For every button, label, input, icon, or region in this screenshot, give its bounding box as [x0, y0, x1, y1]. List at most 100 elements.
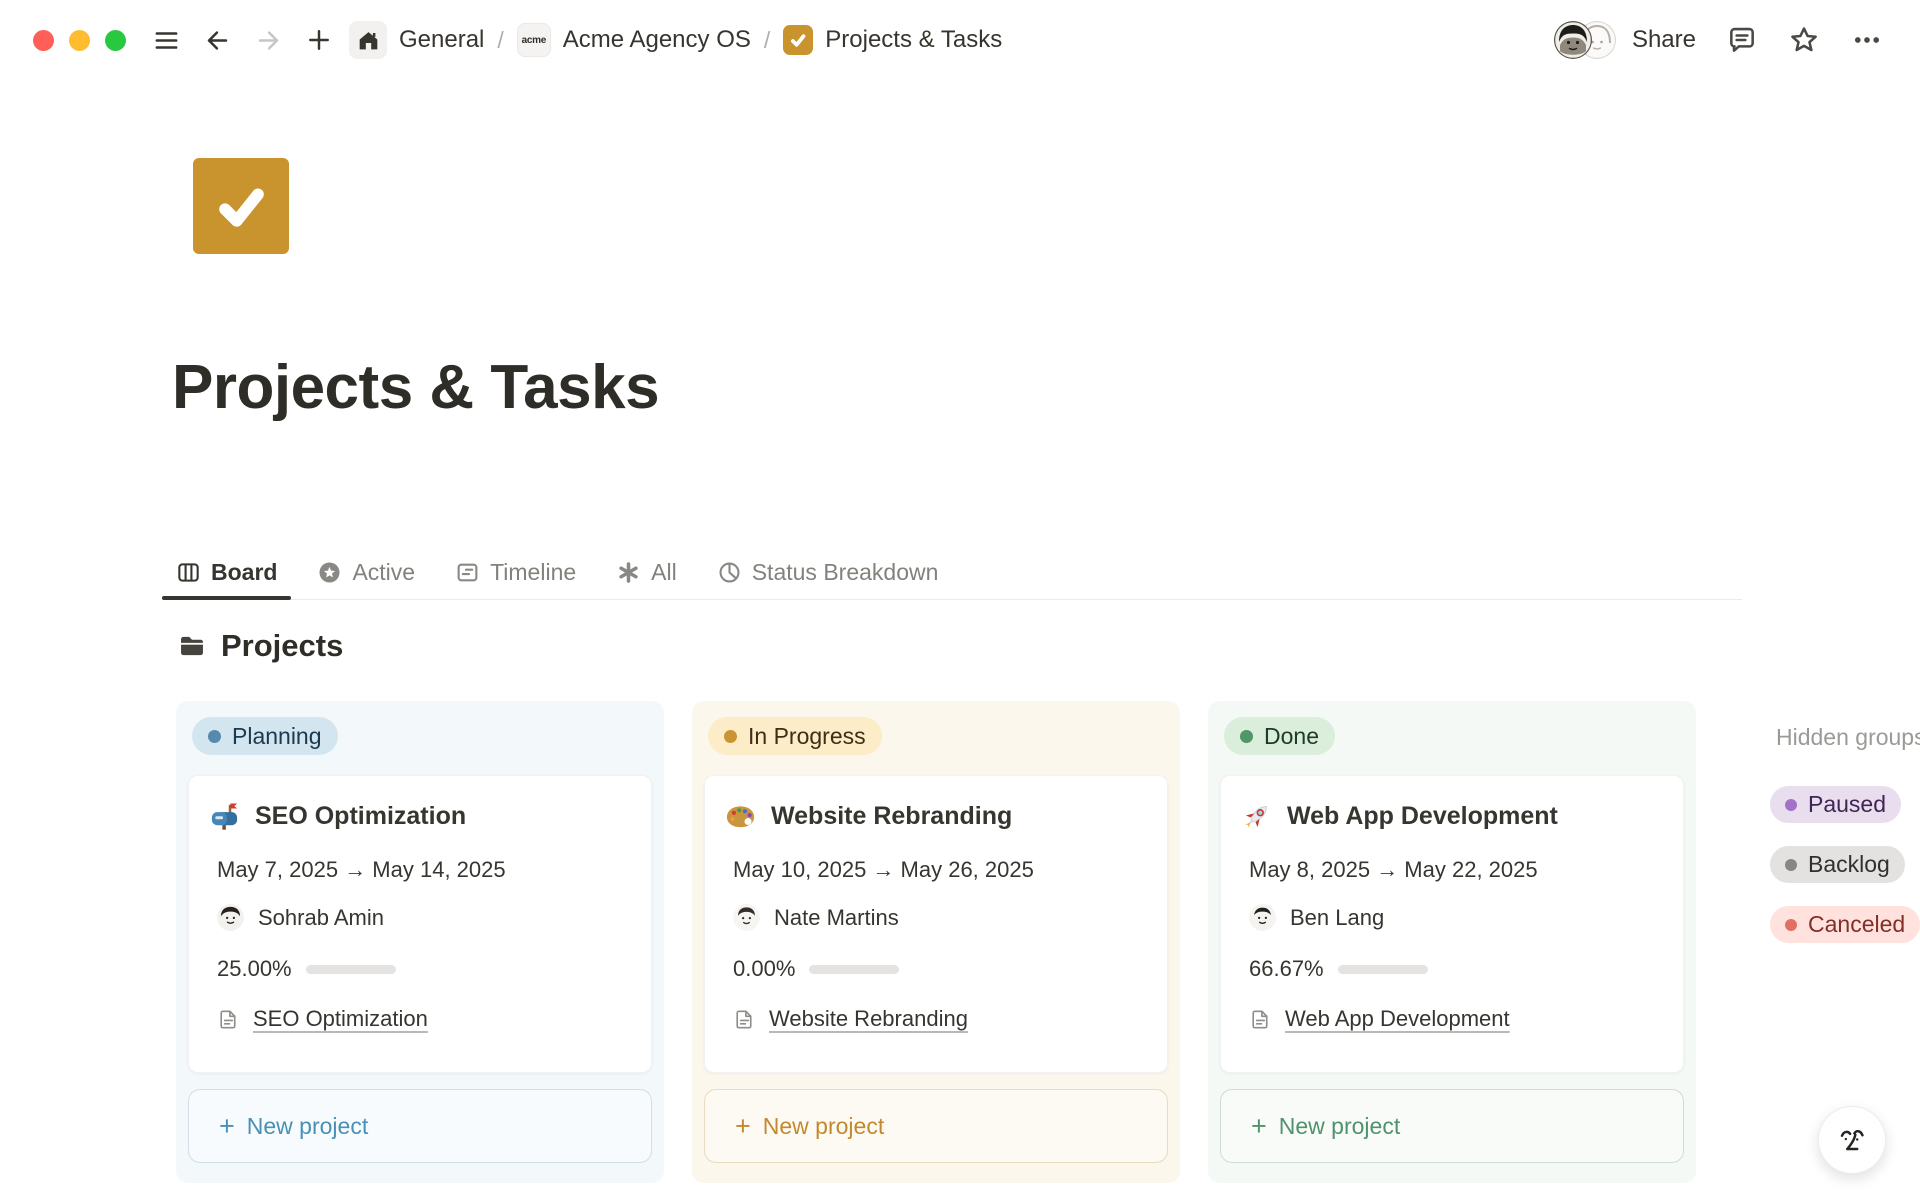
column-in-progress: In Progress Website Rebranding May 10 [692, 701, 1180, 1183]
card-page-link[interactable]: SEO Optimization [253, 1006, 428, 1032]
new-project-label: New project [763, 1113, 884, 1140]
breadcrumb-separator: / [497, 27, 503, 54]
tab-all[interactable]: All [602, 550, 691, 599]
hidden-group-paused[interactable]: Paused [1770, 786, 1901, 823]
hidden-group-canceled[interactable]: Canceled [1770, 906, 1920, 943]
tab-label: All [651, 559, 677, 586]
new-page-icon[interactable] [305, 26, 333, 54]
hidden-group-label: Backlog [1808, 851, 1890, 878]
status-badge-done[interactable]: Done [1224, 717, 1335, 755]
card-title: Website Rebranding [771, 802, 1012, 831]
breadcrumb-label: Projects & Tasks [825, 26, 1002, 54]
checkmark-icon [207, 172, 275, 240]
card-page-link[interactable]: Website Rebranding [769, 1006, 968, 1032]
breadcrumb-item-general[interactable]: General [349, 21, 484, 59]
progress-bar [809, 965, 899, 974]
notion-window: General / acme Acme Agency OS / Projects… [0, 0, 1920, 1200]
plus-icon: + [1251, 1113, 1267, 1140]
share-button[interactable]: Share [1632, 26, 1696, 54]
card-date-range: May 8, 2025 → May 22, 2025 [1249, 857, 1655, 883]
status-badge-planning[interactable]: Planning [192, 717, 338, 755]
topbar-actions: Share [1554, 21, 1884, 59]
assignee-name: Ben Lang [1290, 905, 1384, 931]
tab-board[interactable]: Board [162, 550, 291, 599]
avatar [1554, 21, 1592, 59]
status-dot [1785, 919, 1797, 931]
plus-icon: + [219, 1113, 235, 1140]
new-project-button[interactable]: + New project [188, 1089, 652, 1163]
new-project-button[interactable]: + New project [1220, 1089, 1684, 1163]
close-button[interactable] [33, 30, 54, 51]
star-icon[interactable] [1788, 24, 1820, 56]
card-assignee: Nate Martins [733, 904, 1139, 931]
breadcrumb-item-acme-agency-os[interactable]: acme Acme Agency OS [517, 23, 751, 57]
assignee-avatar [733, 904, 760, 931]
status-dot [1240, 730, 1253, 743]
card-progress: 25.00% [217, 956, 623, 982]
tab-timeline[interactable]: Timeline [441, 550, 590, 599]
card-link-row: Web App Development [1249, 1006, 1655, 1032]
view-tabs: Board Active Timeline All Status Breakdo… [162, 550, 1742, 600]
card-date-range: May 7, 2025 → May 14, 2025 [217, 857, 623, 883]
projects-section-header[interactable]: Projects [178, 628, 343, 664]
project-card-web-app-development[interactable]: Web App Development May 8, 2025 → May 22… [1220, 775, 1684, 1073]
status-label: In Progress [748, 723, 866, 750]
card-link-row: Website Rebranding [733, 1006, 1139, 1032]
notion-ai-face-icon [1833, 1121, 1871, 1159]
card-assignee: Sohrab Amin [217, 904, 623, 931]
kanban-board: Planning SEO Optimization May 7, 2025 → … [176, 701, 1920, 1183]
breadcrumb-label: General [399, 26, 484, 54]
new-project-button[interactable]: + New project [704, 1089, 1168, 1163]
menu-icon[interactable] [152, 26, 181, 55]
tab-label: Active [352, 559, 415, 586]
card-page-link[interactable]: Web App Development [1285, 1006, 1510, 1032]
card-progress: 0.00% [733, 956, 1139, 982]
status-dot [724, 730, 737, 743]
hidden-group-label: Canceled [1808, 911, 1905, 938]
star-circle-icon [317, 560, 342, 585]
breadcrumb-item-projects-tasks[interactable]: Projects & Tasks [783, 25, 1002, 55]
tab-status-breakdown[interactable]: Status Breakdown [703, 550, 953, 599]
card-assignee: Ben Lang [1249, 904, 1655, 931]
notion-ai-button[interactable] [1818, 1106, 1886, 1174]
forward-icon[interactable] [254, 26, 283, 55]
assignee-name: Nate Martins [774, 905, 899, 931]
card-link-row: SEO Optimization [217, 1006, 623, 1032]
assignee-avatar [1249, 904, 1276, 931]
hidden-group-backlog[interactable]: Backlog [1770, 846, 1905, 883]
tab-label: Status Breakdown [752, 559, 939, 586]
maximize-button[interactable] [105, 30, 126, 51]
new-project-label: New project [247, 1113, 368, 1140]
minimize-button[interactable] [69, 30, 90, 51]
member-avatars[interactable] [1554, 21, 1616, 59]
page-title[interactable]: Projects & Tasks [172, 352, 659, 423]
breadcrumb-label: Acme Agency OS [563, 26, 751, 54]
checkbox-icon [783, 25, 813, 55]
asterisk-icon [616, 560, 641, 585]
status-dot [208, 730, 221, 743]
progress-label: 66.67% [1249, 956, 1324, 982]
hidden-groups-title[interactable]: Hidden groups [1776, 724, 1920, 751]
hidden-groups-list: Paused Backlog Canceled [1770, 786, 1920, 943]
progress-label: 0.00% [733, 956, 795, 982]
tab-active[interactable]: Active [303, 550, 429, 599]
more-icon[interactable] [1850, 23, 1884, 57]
column-done: Done Web App Development Ma [1208, 701, 1696, 1183]
back-icon[interactable] [203, 26, 232, 55]
progress-bar [1338, 965, 1428, 974]
status-badge-in-progress[interactable]: In Progress [708, 717, 882, 755]
palette-icon [725, 801, 756, 832]
status-label: Done [1264, 723, 1319, 750]
hidden-group-label: Paused [1808, 791, 1886, 818]
assignee-avatar [217, 904, 244, 931]
card-title: Web App Development [1287, 802, 1558, 831]
page-icon-checkbox[interactable] [193, 158, 289, 254]
status-dot [1785, 799, 1797, 811]
status-label: Planning [232, 723, 322, 750]
tab-label: Timeline [490, 559, 576, 586]
project-card-seo-optimization[interactable]: SEO Optimization May 7, 2025 → May 14, 2… [188, 775, 652, 1073]
comment-icon[interactable] [1726, 24, 1758, 56]
mailbox-icon [209, 801, 240, 832]
tab-label: Board [211, 559, 277, 586]
project-card-website-rebranding[interactable]: Website Rebranding May 10, 2025 → May 26… [704, 775, 1168, 1073]
